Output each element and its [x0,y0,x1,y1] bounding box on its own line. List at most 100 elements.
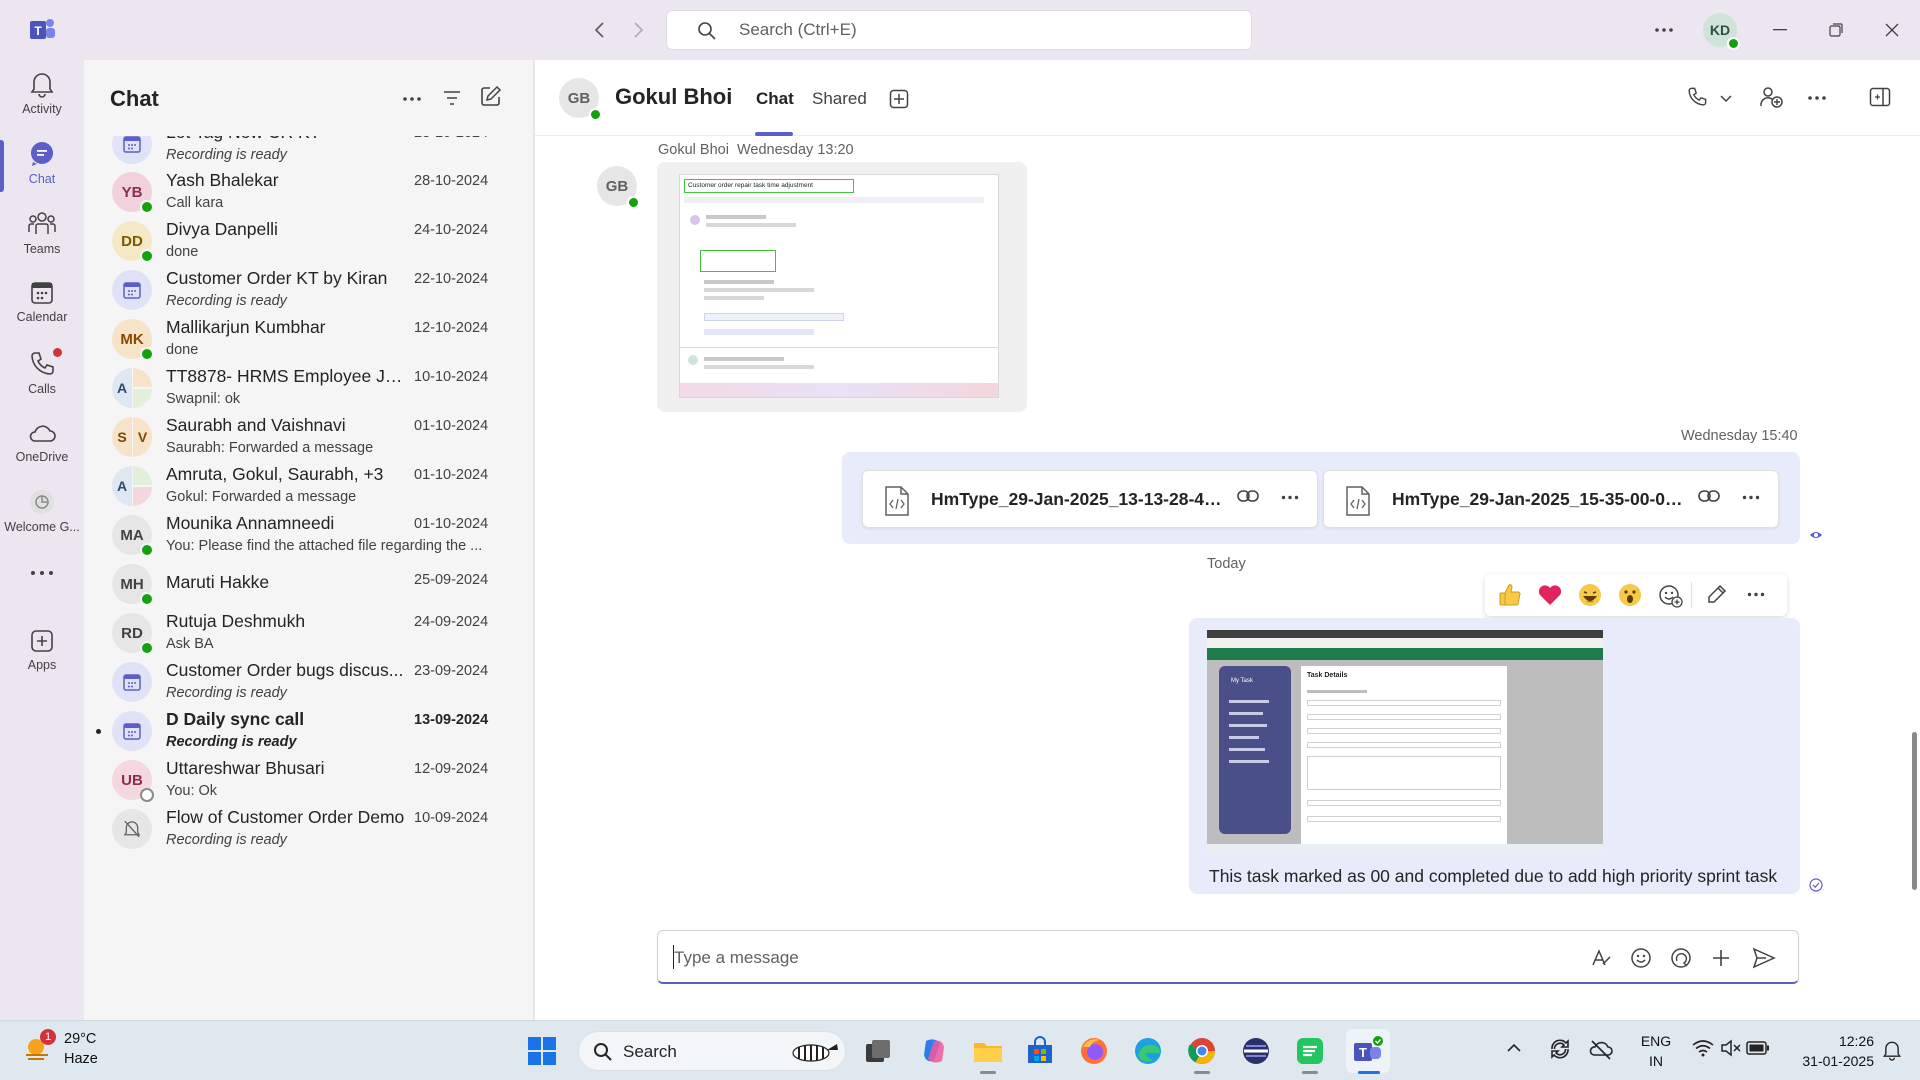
firefox-icon[interactable] [1078,1035,1110,1067]
contact-name[interactable]: Gokul Bhoi [615,84,732,110]
back-arrow-icon[interactable] [586,16,614,44]
avatar [112,270,152,310]
more-options-icon[interactable] [1281,495,1299,500]
rail-item-activity[interactable]: Activity [0,70,84,116]
windows-taskbar: 1 29°C Haze Search T ENG IN 12:26 31-01-… [0,1020,1920,1080]
scrollbar-thumb[interactable] [1912,732,1917,890]
conversation-header: GB Gokul Bhoi Chat Shared [535,60,1920,136]
microsoft-store-icon[interactable] [1024,1035,1056,1067]
add-people-icon[interactable] [1759,86,1783,108]
edit-icon[interactable] [1705,582,1729,606]
tab-shared[interactable]: Shared [812,89,867,109]
send-icon[interactable] [1752,947,1776,969]
my-message-bubble[interactable]: HmType_29-Jan-2025_13-13-28-491.... HmTy… [842,452,1800,544]
rail-item-chat[interactable]: Chat [0,140,84,186]
my-message-bubble[interactable]: My Task Task Details This task marked as… [1189,618,1800,894]
close-icon[interactable] [1878,16,1906,44]
mock-taskbar [1207,844,1603,854]
rail-item-calendar[interactable]: Calendar [0,280,84,324]
screenshot-image[interactable]: Customer order repair task time adjustme… [679,174,999,398]
onedrive-offline-icon[interactable] [1588,1037,1614,1061]
minimize-icon[interactable] [1766,16,1794,44]
heart-reaction-icon[interactable] [1537,582,1563,608]
forward-arrow-icon[interactable] [624,16,652,44]
new-chat-icon[interactable] [480,85,502,107]
chat-name: Saurabh and Vaishnavi [166,415,346,435]
contact-avatar[interactable]: GB [559,78,602,121]
task-view-icon[interactable] [862,1035,894,1067]
more-options-icon[interactable] [402,96,422,102]
chevron-up-icon[interactable] [1506,1043,1522,1053]
seen-receipt-icon [1809,530,1823,540]
surprised-reaction-icon[interactable] [1617,582,1643,608]
edge-icon[interactable] [1132,1035,1164,1067]
file-attachment[interactable]: HmType_29-Jan-2025_15-35-00-052... [1323,470,1779,528]
notification-bell-icon[interactable] [1882,1039,1902,1061]
chat-list-item[interactable]: Flow of Customer Order Demo Recording is … [84,799,533,859]
weather-widget[interactable]: 1 [22,1029,58,1071]
chevron-down-icon[interactable] [1720,95,1732,103]
more-options-icon[interactable] [1650,16,1678,44]
mock-dialog-title: Task Details [1307,672,1348,679]
chat-date: 12-09-2024 [414,761,489,777]
open-side-panel-icon[interactable] [1869,87,1891,107]
profile-avatar[interactable]: KD [1702,12,1740,50]
vpn-app-icon[interactable] [1240,1035,1272,1067]
rail-item-apps[interactable]: Apps [0,628,84,672]
format-icon[interactable] [1590,947,1612,969]
add-reaction-icon[interactable] [1657,582,1683,608]
message-time: Wednesday 13:20 [737,142,854,158]
rail-item-calls[interactable]: Calls [0,348,84,396]
weather-desc[interactable]: Haze [64,1051,98,1067]
wifi-icon[interactable] [1692,1039,1714,1057]
chat-date: 23-09-2024 [414,663,489,679]
windows-start-icon[interactable] [526,1035,558,1067]
chat-date: 01-10-2024 [414,516,489,532]
sender-avatar[interactable]: GB [597,166,640,209]
rail-label: Apps [27,658,57,672]
mock-menu-title: My Task [1231,678,1253,684]
add-tab-icon[interactable] [889,89,909,109]
clock-date[interactable]: 31-01-2025 [1784,1053,1874,1069]
call-icon[interactable] [1686,86,1708,108]
file-explorer-icon[interactable] [972,1035,1004,1067]
spotify-like-app-icon[interactable] [1294,1035,1326,1067]
teams-logo-icon[interactable]: T [26,14,58,46]
attach-plus-icon[interactable] [1710,947,1732,969]
battery-icon[interactable] [1746,1040,1770,1056]
laugh-reaction-icon[interactable] [1577,582,1603,608]
chrome-icon[interactable] [1186,1035,1218,1067]
more-options-icon[interactable] [1742,495,1760,500]
rail-item-teams[interactable]: Teams [0,210,84,256]
rail-item-welcome[interactable]: Welcome G... [0,488,84,534]
sync-icon[interactable] [1548,1037,1572,1061]
screenshot-image[interactable]: My Task Task Details [1207,630,1603,854]
chat-date: 01-10-2024 [414,467,489,483]
language-region[interactable]: IN [1636,1053,1676,1069]
more-options-icon[interactable] [1807,95,1827,101]
language-indicator[interactable]: ENG [1636,1033,1676,1049]
loop-component-icon[interactable] [1670,947,1692,969]
restore-icon[interactable] [1822,16,1850,44]
copilot-icon[interactable] [918,1035,950,1067]
teams-taskbar-icon[interactable]: T [1352,1035,1384,1067]
more-options-icon[interactable] [1747,592,1765,597]
copy-link-icon[interactable] [1237,489,1259,503]
mock-suggested-replies [704,313,844,321]
message-compose-box[interactable]: Type a message [657,930,1799,984]
tab-chat[interactable]: Chat [756,89,794,109]
rail-more-apps[interactable] [0,570,84,576]
thumbs-up-reaction-icon[interactable] [1497,582,1523,608]
file-attachment[interactable]: HmType_29-Jan-2025_13-13-28-491.... [862,470,1318,528]
clock-time[interactable]: 12:26 [1784,1033,1874,1049]
taskbar-search[interactable]: Search [578,1031,846,1071]
speaker-muted-icon[interactable] [1720,1039,1742,1057]
search-input[interactable]: Search (Ctrl+E) [666,10,1252,50]
filter-icon[interactable] [442,88,462,108]
copy-link-icon[interactable] [1698,489,1720,503]
message-bubble[interactable]: Customer order repair task time adjustme… [657,162,1027,412]
avatar: A [112,368,152,408]
weather-temp[interactable]: 29°C [64,1031,96,1047]
rail-item-onedrive[interactable]: OneDrive [0,422,84,464]
emoji-icon[interactable] [1630,947,1652,969]
